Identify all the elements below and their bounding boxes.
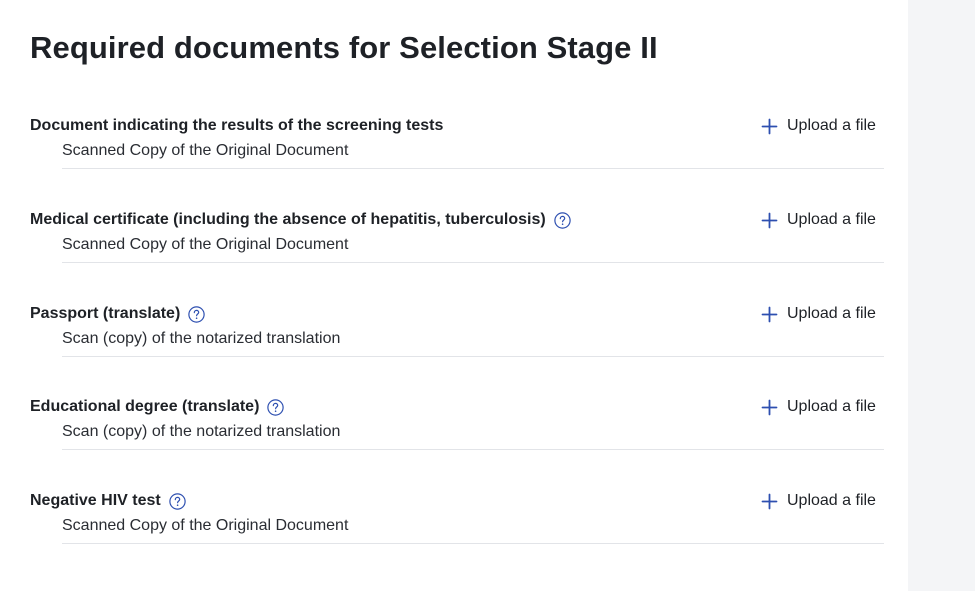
upload-file-label: Upload a file	[787, 398, 876, 415]
upload-file-button[interactable]: Upload a file	[761, 489, 876, 513]
divider	[62, 356, 884, 357]
document-title-row: Negative HIV test	[30, 489, 186, 513]
question-circle-icon[interactable]	[267, 398, 285, 416]
upload-file-label: Upload a file	[787, 211, 876, 228]
plus-icon	[761, 399, 778, 416]
document-title-row: Educational degree (translate)	[30, 395, 285, 419]
document-title: Medical certificate (including the absen…	[30, 211, 546, 228]
divider	[62, 168, 884, 169]
question-circle-icon[interactable]	[169, 492, 186, 510]
documents-panel: Required documents for Selection Stage I…	[0, 0, 908, 591]
document-requirement: Scanned Copy of the Original Document	[62, 236, 349, 253]
document-title-row: Document indicating the results of the s…	[30, 114, 443, 138]
document-title-row: Medical certificate (including the absen…	[30, 208, 571, 232]
document-row-educational-degree: Educational degree (translate) Upload a …	[0, 395, 908, 489]
plus-icon	[761, 306, 778, 323]
document-title: Document indicating the results of the s…	[30, 117, 444, 134]
document-requirement: Scan (copy) of the notarized translation	[62, 330, 341, 347]
plus-icon	[761, 118, 778, 135]
question-circle-icon[interactable]	[188, 305, 205, 323]
document-title: Negative HIV test	[30, 492, 161, 509]
divider	[62, 543, 884, 544]
document-row-hiv-test: Negative HIV test Upload a file Scanned …	[0, 489, 908, 583]
document-row-medical-certificate: Medical certificate (including the absen…	[0, 208, 908, 302]
upload-file-label: Upload a file	[787, 117, 876, 134]
upload-file-label: Upload a file	[787, 305, 876, 322]
document-row-passport: Passport (translate) Upload a file Scan …	[0, 302, 908, 396]
upload-file-button[interactable]: Upload a file	[761, 302, 876, 326]
question-circle-icon[interactable]	[553, 211, 571, 229]
document-title: Passport (translate)	[30, 305, 181, 322]
upload-file-button[interactable]: Upload a file	[761, 114, 876, 138]
upload-file-button[interactable]: Upload a file	[761, 395, 876, 419]
document-title: Educational degree (translate)	[30, 398, 260, 415]
upload-file-label: Upload a file	[787, 492, 876, 509]
divider	[62, 262, 884, 263]
document-title-row: Passport (translate)	[30, 302, 205, 326]
document-requirement: Scanned Copy of the Original Document	[62, 517, 349, 534]
page-title: Required documents for Selection Stage I…	[30, 30, 658, 65]
plus-icon	[761, 212, 778, 229]
document-row-screening-results: Document indicating the results of the s…	[0, 114, 908, 208]
upload-file-button[interactable]: Upload a file	[761, 208, 876, 232]
document-requirement: Scan (copy) of the notarized translation	[62, 423, 341, 440]
plus-icon	[761, 493, 778, 510]
document-requirement: Scanned Copy of the Original Document	[62, 142, 349, 159]
divider	[62, 449, 884, 450]
